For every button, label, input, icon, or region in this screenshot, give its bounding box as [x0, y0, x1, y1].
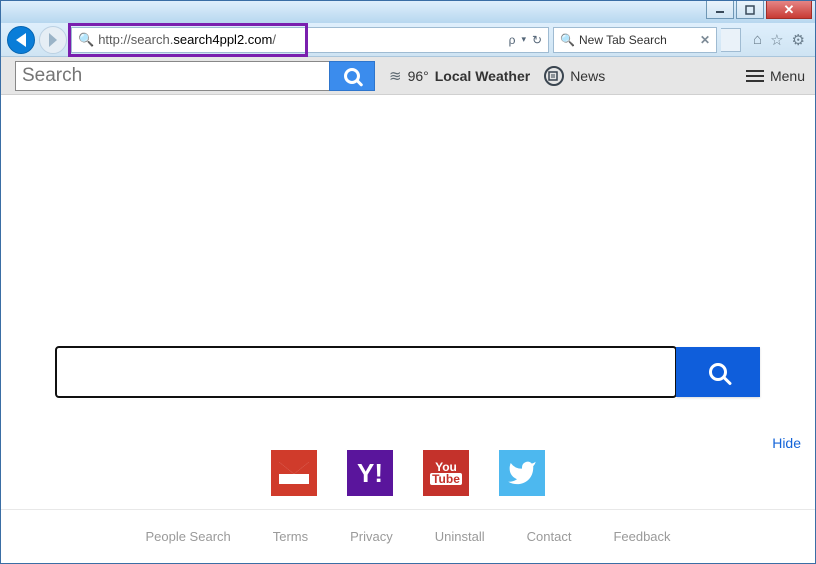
gear-icon[interactable]: ⚙: [792, 31, 805, 49]
browser-window: ✕ 🔍 http://search.search4ppl2.com/ ρ ▾ ↻…: [0, 0, 816, 564]
url-domain: search4ppl2.com: [173, 32, 272, 47]
address-bar-row: 🔍 http://search.search4ppl2.com/ ρ ▾ ↻ 🔍…: [1, 23, 815, 57]
favorites-icon[interactable]: ☆: [770, 31, 783, 49]
footer-people-search[interactable]: People Search: [145, 529, 230, 544]
footer-contact[interactable]: Contact: [527, 529, 572, 544]
menu-button[interactable]: Menu: [746, 68, 805, 84]
tab-close-button[interactable]: ✕: [700, 33, 710, 47]
tab-title: New Tab Search: [579, 33, 667, 47]
hamburger-icon: [746, 70, 764, 82]
news-label: News: [570, 68, 605, 84]
address-bar[interactable]: 🔍 http://search.search4ppl2.com/ ρ ▾ ↻: [71, 27, 549, 53]
footer-terms[interactable]: Terms: [273, 529, 308, 544]
magnifier-icon: [709, 363, 727, 381]
arrow-left-icon: [16, 33, 26, 47]
toolbar-search-input[interactable]: [15, 61, 329, 91]
page-content: Hide Y! YouTube People Search Terms Priv…: [1, 95, 815, 563]
quick-links-row: Y! YouTube: [271, 450, 545, 496]
weather-label: Local Weather: [435, 68, 530, 84]
news-icon: [544, 66, 564, 86]
footer-feedback[interactable]: Feedback: [613, 529, 670, 544]
arrow-right-icon: [49, 33, 57, 47]
yahoo-link[interactable]: Y!: [347, 450, 393, 496]
url-text: http://search.search4ppl2.com/: [98, 32, 276, 47]
twitter-icon: [507, 458, 537, 488]
search-mode-icon[interactable]: ρ: [509, 33, 516, 47]
url-prefix: http://search.: [98, 32, 173, 47]
back-button[interactable]: [7, 26, 35, 54]
footer-links: People Search Terms Privacy Uninstall Co…: [1, 509, 815, 563]
gmail-link[interactable]: [271, 450, 317, 496]
footer-uninstall[interactable]: Uninstall: [435, 529, 485, 544]
toolbar-search-button[interactable]: [329, 61, 375, 91]
search-icon: 🔍: [78, 32, 94, 48]
weather-button[interactable]: ≋ 96° Local Weather: [389, 67, 530, 85]
weather-icon: ≋: [389, 67, 402, 85]
address-bar-controls: ρ ▾ ↻: [509, 33, 542, 47]
youtube-link[interactable]: YouTube: [423, 450, 469, 496]
main-search-input[interactable]: [56, 347, 676, 397]
url-suffix: /: [272, 32, 276, 47]
refresh-button[interactable]: ↻: [532, 33, 542, 47]
toolbar-search: [15, 61, 375, 91]
titlebar: ✕: [1, 1, 815, 23]
hide-link[interactable]: Hide: [772, 435, 801, 451]
search-icon: 🔍: [560, 33, 575, 47]
main-search: [56, 347, 760, 397]
forward-button[interactable]: [39, 26, 67, 54]
gmail-icon: [279, 462, 309, 484]
twitter-link[interactable]: [499, 450, 545, 496]
page-toolbar: ≋ 96° Local Weather News Menu: [1, 57, 815, 95]
youtube-icon-bottom: Tube: [430, 473, 462, 485]
magnifier-icon: [344, 68, 360, 84]
browser-tab[interactable]: 🔍 New Tab Search ✕: [553, 27, 717, 53]
weather-temp: 96°: [408, 68, 429, 84]
dropdown-icon[interactable]: ▾: [521, 34, 526, 45]
browser-toolbar-icons: ⌂ ☆ ⚙: [745, 31, 809, 49]
new-tab-button[interactable]: [721, 28, 741, 52]
minimize-button[interactable]: [706, 1, 734, 19]
footer-privacy[interactable]: Privacy: [350, 529, 393, 544]
menu-label: Menu: [770, 68, 805, 84]
main-search-button[interactable]: [676, 347, 760, 397]
yahoo-icon: Y!: [357, 458, 383, 489]
close-button[interactable]: ✕: [766, 1, 812, 19]
home-icon[interactable]: ⌂: [753, 31, 762, 49]
maximize-button[interactable]: [736, 1, 764, 19]
news-button[interactable]: News: [544, 66, 605, 86]
